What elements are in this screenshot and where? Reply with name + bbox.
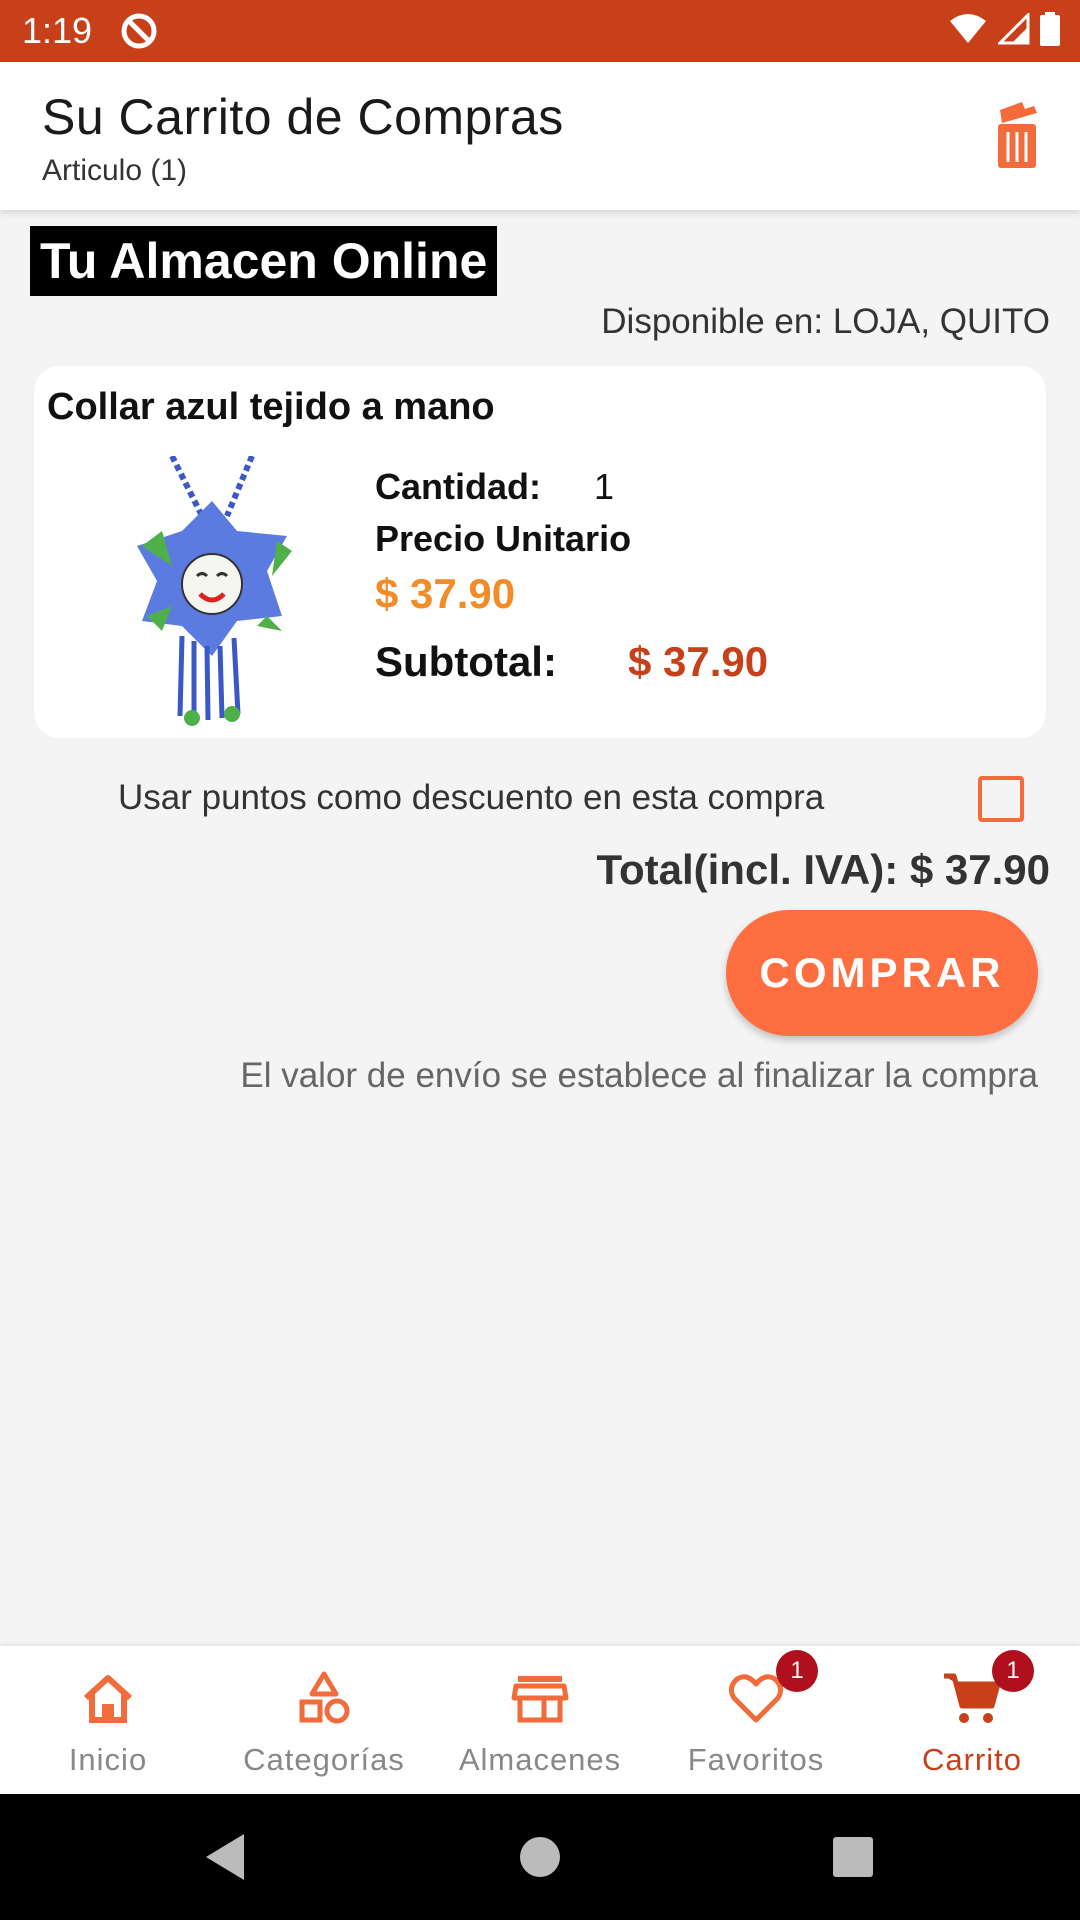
product-name: Collar azul tejido a mano (47, 386, 495, 428)
nav-label-favoritos: Favoritos (687, 1742, 825, 1777)
nav-item-favoritos[interactable]: 1 Favoritos (648, 1646, 864, 1794)
wifi-icon (950, 14, 986, 43)
app-header: Su Carrito de Compras Articulo (1) (0, 62, 1080, 210)
subtotal-value: $ 37.90 (628, 638, 769, 685)
trash-icon[interactable] (992, 100, 1042, 170)
nav-label-inicio: Inicio (68, 1742, 148, 1777)
favorites-badge: 1 (776, 1650, 818, 1692)
status-icons (948, 12, 1060, 46)
unit-price-value: $ 37.90 (375, 570, 516, 617)
categories-icon (299, 1671, 350, 1724)
recents-icon[interactable] (820, 1824, 886, 1890)
status-time: 1:19 (22, 10, 93, 51)
cart-badge: 1 (992, 1650, 1034, 1692)
store-name: Tu Almacen Online (30, 226, 498, 296)
home-icon (83, 1675, 133, 1723)
quantity-value: 1 (594, 466, 615, 507)
nav-item-carrito[interactable]: 1 Carrito (864, 1646, 1080, 1794)
quantity-label: Cantidad: (375, 466, 541, 507)
data-saver-icon (121, 13, 157, 49)
battery-icon (1040, 12, 1060, 46)
buy-button[interactable]: COMPRAR (726, 910, 1038, 1036)
order-total: Total(incl. IVA): $ 37.90 (596, 846, 1050, 893)
bottom-navigation: Inicio Categorías Almacenes 1 Favoritos (0, 1646, 1080, 1794)
signal-icon (998, 13, 1030, 45)
page-title: Su Carrito de Compras (42, 89, 564, 145)
nav-label-carrito: Carrito (921, 1742, 1022, 1777)
item-count: Articulo (1) (42, 154, 188, 187)
subtotal-label: Subtotal: (375, 638, 557, 685)
status-bar: 1:19 (0, 0, 1080, 62)
nav-item-categorias[interactable]: Categorías (216, 1646, 432, 1794)
availability-text: Disponible en: LOJA, QUITO (601, 302, 1050, 341)
back-icon[interactable] (192, 1824, 258, 1890)
use-points-checkbox[interactable] (978, 776, 1024, 822)
nav-item-almacenes[interactable]: Almacenes (432, 1646, 648, 1794)
product-image (137, 456, 292, 726)
nav-label-almacenes: Almacenes (458, 1742, 622, 1777)
use-points-label: Usar puntos como descuento en esta compr… (118, 778, 825, 817)
store-icon (511, 1676, 569, 1723)
home-button-icon[interactable] (507, 1824, 573, 1890)
system-navigation-bar (0, 1794, 1080, 1920)
shipping-note: El valor de envío se establece al finali… (240, 1056, 1038, 1095)
nav-label-categorias: Categorías (243, 1742, 405, 1777)
unit-price-label: Precio Unitario (375, 518, 632, 559)
cart-item-card[interactable]: Collar azul tejido a mano Cantidad: 1 Pr… (34, 366, 1046, 738)
nav-item-inicio[interactable]: Inicio (0, 1646, 216, 1794)
